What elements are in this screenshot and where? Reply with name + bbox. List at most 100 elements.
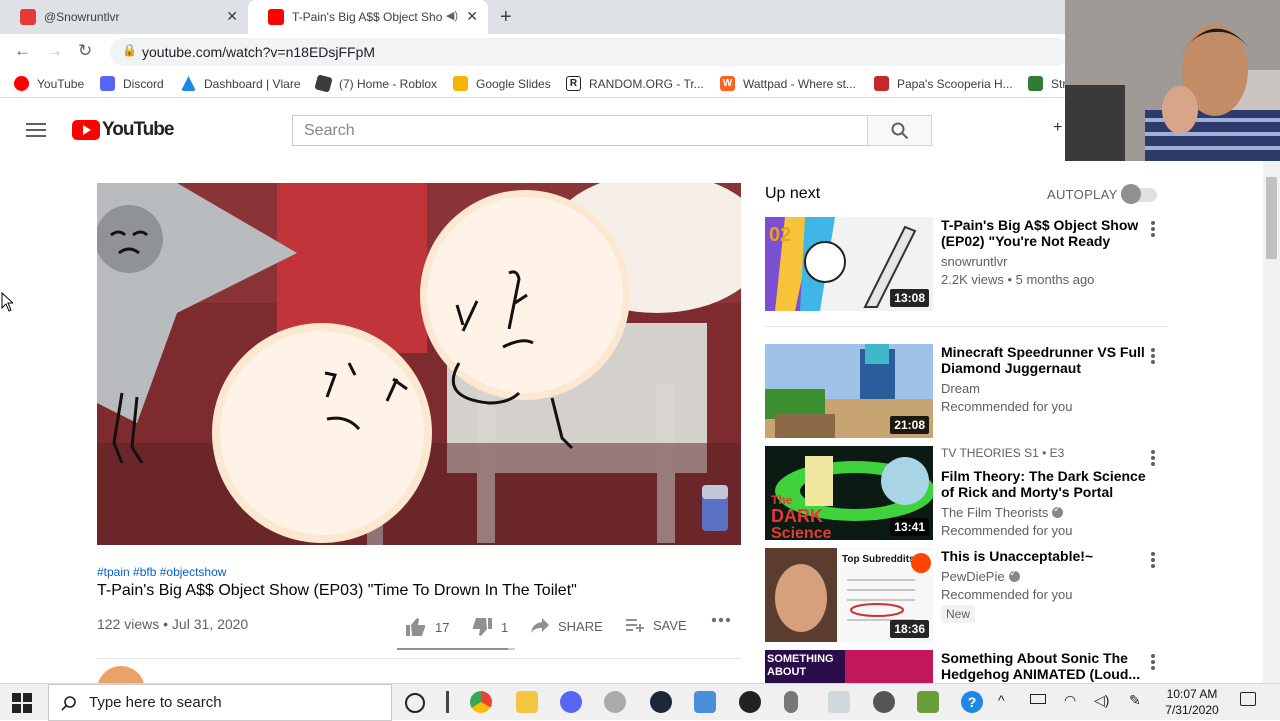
taskbar-clock[interactable]: 10:07 AM 7/31/2020 — [1160, 686, 1224, 718]
chrome-icon[interactable] — [470, 691, 492, 713]
new-tab-icon[interactable]: + — [500, 6, 512, 29]
autoplay-toggle-knob[interactable] — [1121, 184, 1141, 204]
bookmark-roblox[interactable]: (7) Home - Roblox — [314, 74, 437, 93]
recommended-video-title[interactable]: Minecraft Speedrunner VS Full Diamond Ju… — [941, 344, 1146, 376]
settings-gear-icon[interactable] — [873, 691, 895, 713]
lock-icon[interactable]: 🔒 — [122, 43, 137, 57]
recommended-channel-name[interactable]: snowruntlvr — [941, 254, 1007, 269]
pen-icon[interactable]: ✎ — [1129, 692, 1141, 709]
video-thumbnail[interactable]: 02 13:08 — [765, 217, 933, 311]
bookmark-icon — [1028, 76, 1043, 91]
kebab-menu-icon[interactable] — [1151, 654, 1155, 672]
windows-start-icon[interactable] — [12, 693, 32, 718]
recommended-video-title[interactable]: Film Theory: The Dark Science of Rick an… — [941, 468, 1146, 500]
photos-icon[interactable] — [828, 691, 850, 713]
mouse-app-icon[interactable] — [784, 691, 798, 713]
windows-taskbar: Type here to search ? ^ ◠ ◁) ✎ 10:07 AM … — [0, 683, 1280, 721]
video-thumbnail[interactable]: The DARK Science 13:41 — [765, 446, 933, 540]
recommended-video-title[interactable]: This is Unacceptable!~ — [941, 548, 1146, 564]
clock-time: 10:07 AM — [1166, 687, 1218, 701]
wifi-icon[interactable]: ◠ — [1064, 692, 1076, 709]
video-thumbnail[interactable]: Top Subreddits 18:36 — [765, 548, 933, 642]
verified-check-icon — [1008, 568, 1020, 582]
bookmark-discord[interactable]: Discord — [100, 76, 164, 91]
tab-title: @Snowruntlvr — [44, 10, 120, 24]
video-thumbnail[interactable]: SOMETHING ABOUT — [765, 650, 933, 683]
close-tab-icon[interactable]: ✕ — [226, 8, 238, 25]
recommended-video-4[interactable]: Top Subreddits 18:36 This is Unacceptabl… — [765, 548, 1167, 642]
volume-icon[interactable]: ◁) — [1094, 692, 1109, 709]
bookmark-google-slides[interactable]: Google Slides — [453, 76, 551, 91]
bookmark-overflow[interactable]: Str — [1028, 76, 1066, 91]
kebab-menu-icon[interactable] — [1151, 450, 1155, 468]
search-icon — [891, 122, 908, 139]
file-explorer-icon[interactable] — [516, 691, 538, 713]
taskbar-search-box[interactable]: Type here to search — [48, 684, 392, 721]
video-frame-image — [97, 183, 741, 545]
playlist-add-icon — [626, 619, 644, 632]
recommended-channel-name[interactable]: Dream — [941, 381, 980, 396]
recommended-video-2[interactable]: 21:08 Minecraft Speedrunner VS Full Diam… — [765, 344, 1167, 438]
url-text: youtube.com/watch?v=n18EDsjFFpM — [142, 44, 376, 60]
divider — [765, 326, 1167, 327]
video-player[interactable] — [97, 183, 741, 545]
svg-text:02: 02 — [769, 224, 791, 246]
dislike-button[interactable]: 1 — [471, 617, 508, 637]
browser-tab-video[interactable]: T-Pain's Big A$$ Object Show ◀) ✕ — [248, 0, 488, 34]
show-hidden-icons-chevron-icon[interactable]: ^ — [998, 692, 1005, 708]
notifications-icon[interactable] — [1240, 692, 1256, 706]
address-bar[interactable]: 🔒 youtube.com/watch?v=n18EDsjFFpM — [110, 38, 1070, 66]
wattpad-icon: W — [720, 76, 735, 91]
back-arrow-icon[interactable]: ← — [14, 41, 31, 61]
minecraft-icon[interactable] — [917, 691, 939, 713]
app-icon[interactable] — [604, 691, 626, 713]
recommended-channel-name[interactable]: PewDiePie — [941, 568, 1020, 584]
calculator-icon[interactable] — [694, 691, 716, 713]
bookmark-random-org[interactable]: R RANDOM.ORG - Tr... — [566, 76, 704, 91]
search-button[interactable] — [867, 115, 932, 146]
obs-icon[interactable] — [739, 691, 761, 713]
forward-arrow-icon[interactable]: → — [46, 41, 63, 61]
recommended-video-5[interactable]: SOMETHING ABOUT Something About Sonic Th… — [765, 650, 1167, 683]
thumbnail-image: SOMETHING ABOUT — [765, 650, 933, 683]
recommended-video-3[interactable]: The DARK Science 13:41 TV THEORIES S1 • … — [765, 446, 1167, 540]
recommended-video-title[interactable]: Something About Sonic The Hedgehog ANIMA… — [941, 650, 1146, 682]
youtube-logo[interactable]: YouTube — [72, 119, 174, 141]
video-hashtags[interactable]: #tpain #bfb #objectshow — [97, 565, 226, 579]
create-video-icon[interactable]: + — [1053, 119, 1062, 137]
bookmark-youtube[interactable]: YouTube — [14, 76, 84, 91]
svg-text:Top Subreddits: Top Subreddits — [842, 554, 915, 565]
save-button[interactable]: SAVE — [625, 617, 687, 633]
kebab-menu-icon[interactable] — [1151, 348, 1155, 366]
recommended-video-meta: 2.2K views • 5 months ago — [941, 272, 1095, 287]
recommended-video-1[interactable]: 02 13:08 T-Pain's Big A$$ Object Show (E… — [765, 217, 1167, 311]
kebab-menu-icon[interactable] — [1151, 552, 1155, 570]
help-icon[interactable]: ? — [961, 691, 983, 713]
battery-icon[interactable] — [1030, 694, 1046, 704]
discord-taskbar-icon[interactable] — [560, 691, 582, 713]
reload-icon[interactable]: ↻ — [78, 41, 92, 61]
close-tab-icon[interactable]: ✕ — [466, 8, 478, 25]
bookmark-vlare[interactable]: Dashboard | Vlare — [181, 76, 301, 91]
task-view-icon[interactable] — [446, 691, 449, 713]
random-org-icon: R — [566, 76, 581, 91]
search-input[interactable]: Search — [292, 115, 868, 146]
kebab-menu-icon[interactable] — [1151, 221, 1155, 239]
scrollbar-thumb[interactable] — [1266, 177, 1277, 259]
bookmark-wattpad[interactable]: W Wattpad - Where st... — [720, 76, 856, 91]
steam-icon[interactable] — [650, 691, 672, 713]
browser-tab-snowruntlvr[interactable]: @Snowruntlvr ✕ — [0, 0, 248, 34]
hamburger-menu-icon[interactable] — [26, 123, 46, 137]
share-button[interactable]: SHARE — [530, 617, 603, 635]
recommended-video-title[interactable]: T-Pain's Big A$$ Object Show (EP02) "You… — [941, 217, 1146, 249]
tab-audio-icon[interactable]: ◀) — [446, 9, 458, 22]
cortana-icon[interactable] — [405, 693, 425, 713]
more-actions-icon[interactable] — [711, 617, 739, 623]
recommended-channel-name[interactable]: The Film Theorists — [941, 504, 1064, 520]
taskbar-search-placeholder: Type here to search — [89, 694, 222, 711]
bookmark-papas-scooperia[interactable]: Papa's Scooperia H... — [874, 76, 1013, 91]
video-thumbnail[interactable]: 21:08 — [765, 344, 933, 438]
svg-text:Science: Science — [771, 525, 832, 540]
series-episode-label: TV THEORIES S1 • E3 — [941, 446, 1065, 460]
like-button[interactable]: 17 — [405, 617, 449, 637]
